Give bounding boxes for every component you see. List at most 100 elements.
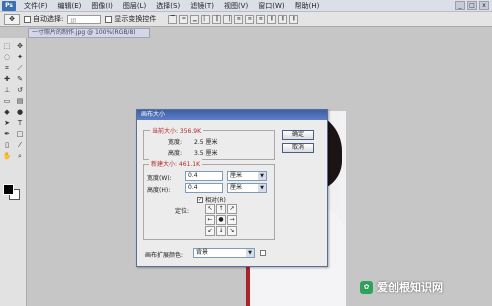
clone-stamp-tool-icon[interactable]: ⊥ xyxy=(1,85,13,95)
path-selection-tool-icon[interactable]: ➤ xyxy=(1,118,13,128)
menu-image[interactable]: 图像(I) xyxy=(86,1,118,11)
align-right-icon[interactable]: ▕ xyxy=(223,14,233,24)
marquee-tool-icon[interactable]: ⬚ xyxy=(1,41,13,51)
watermark-logo-icon: ✿ xyxy=(360,280,373,294)
menu-select[interactable]: 选择(S) xyxy=(151,1,185,11)
shape-tool-icon[interactable]: □ xyxy=(14,129,26,139)
healing-brush-tool-icon[interactable]: ✚ xyxy=(1,74,13,84)
close-button[interactable]: x xyxy=(479,1,489,10)
anchor-top-icon[interactable]: ↑ xyxy=(216,204,226,214)
menu-layer[interactable]: 图层(L) xyxy=(118,1,151,11)
menu-filter[interactable]: 滤镜(T) xyxy=(185,1,219,11)
menu-view[interactable]: 视图(V) xyxy=(219,1,253,11)
show-transform-checkbox[interactable] xyxy=(105,15,113,23)
type-tool-icon[interactable]: T xyxy=(14,118,26,128)
distribute-right-icon[interactable]: ⫼ xyxy=(289,14,299,24)
minimize-button[interactable]: _ xyxy=(455,1,465,10)
zoom-tool-icon[interactable]: ⌕ xyxy=(14,151,26,161)
brush-tool-icon[interactable]: ✎ xyxy=(14,74,26,84)
magic-wand-tool-icon[interactable]: ✦ xyxy=(14,52,26,62)
align-center-icon[interactable]: ║ xyxy=(212,14,222,24)
extension-color-value: 背景 xyxy=(196,249,209,256)
cancel-button[interactable]: 取消 xyxy=(282,143,314,153)
dialog-title: 画布大小 xyxy=(137,110,327,120)
extension-color-swatch[interactable] xyxy=(260,250,266,256)
move-tool-icon[interactable]: ✥ xyxy=(14,41,26,51)
notes-tool-icon[interactable]: ▯ xyxy=(1,140,13,150)
foreground-color-swatch[interactable] xyxy=(3,184,14,195)
anchor-top-right-icon[interactable]: ↗ xyxy=(227,204,237,214)
eyedropper-tool-icon[interactable]: ⁄ xyxy=(14,140,26,150)
distribute-left-icon[interactable]: ⫼ xyxy=(267,14,277,24)
current-height-value: 3.5 厘米 xyxy=(194,150,218,157)
relative-label: 相对(R) xyxy=(205,197,226,204)
new-height-input[interactable]: 0.4 xyxy=(185,183,223,193)
menu-help[interactable]: 帮助(H) xyxy=(290,1,325,11)
align-bottom-icon[interactable]: ▁ xyxy=(190,14,200,24)
distribute-top-icon[interactable]: ≡ xyxy=(234,14,244,24)
extension-color-select[interactable]: 背景 ▼ xyxy=(193,248,255,258)
new-height-label: 高度(H): xyxy=(147,187,171,194)
options-bar: ✥ 自动选择: 组 显示变换控件 ▔ ═ ▁ ▏ ║ ▕ ≡ ≡ ≡ ⫼ ⫼ ⫼ xyxy=(0,12,492,27)
blur-tool-icon[interactable]: ◆ xyxy=(1,107,13,117)
extension-color-label: 画布扩展颜色: xyxy=(145,252,184,259)
chevron-down-icon: ▼ xyxy=(258,172,266,180)
canvas-size-dialog: 画布大小 当前大小: 356.9K 宽度: 2.5 厘米 高度: 3.5 厘米 … xyxy=(136,109,328,267)
distribute-bottom-icon[interactable]: ≡ xyxy=(256,14,266,24)
distribute-middle-icon[interactable]: ≡ xyxy=(245,14,255,24)
anchor-grid: ↖ ↑ ↗ ← ● → ↙ ↓ ↘ xyxy=(205,204,237,236)
current-size-group: 当前大小: 356.9K 宽度: 2.5 厘米 高度: 3.5 厘米 xyxy=(143,126,275,160)
height-unit-value: 厘米 xyxy=(230,184,243,191)
move-tool-icon[interactable]: ✥ xyxy=(4,13,20,25)
align-middle-icon[interactable]: ═ xyxy=(179,14,189,24)
anchor-center-icon[interactable]: ● xyxy=(216,215,226,225)
align-left-icon[interactable]: ▏ xyxy=(201,14,211,24)
current-width-value: 2.5 厘米 xyxy=(194,139,218,146)
relative-option[interactable]: ✓ 相对(R) xyxy=(197,195,226,204)
anchor-right-icon[interactable]: → xyxy=(227,215,237,225)
relative-checkbox[interactable]: ✓ xyxy=(197,196,203,203)
show-transform-label: 显示变换控件 xyxy=(114,15,157,23)
distribute-center-icon[interactable]: ⫼ xyxy=(278,14,288,24)
anchor-label: 定位: xyxy=(175,208,190,215)
eraser-tool-icon[interactable]: ▭ xyxy=(1,96,13,106)
width-unit-select[interactable]: 厘米 ▼ xyxy=(227,171,267,181)
pen-tool-icon[interactable]: ✒ xyxy=(1,129,13,139)
anchor-top-left-icon[interactable]: ↖ xyxy=(205,204,215,214)
photoshop-logo: Ps xyxy=(2,0,16,11)
crop-tool-icon[interactable]: ⌗ xyxy=(1,63,13,73)
width-unit-value: 厘米 xyxy=(230,172,243,179)
auto-select-value: 组 xyxy=(70,17,77,25)
anchor-bottom-left-icon[interactable]: ↙ xyxy=(205,226,215,236)
anchor-bottom-right-icon[interactable]: ↘ xyxy=(227,226,237,236)
anchor-bottom-icon[interactable]: ↓ xyxy=(216,226,226,236)
anchor-left-icon[interactable]: ← xyxy=(205,215,215,225)
auto-select-option[interactable]: 自动选择: xyxy=(24,14,63,24)
chevron-down-icon: ▼ xyxy=(258,184,266,192)
dodge-tool-icon[interactable]: ● xyxy=(14,107,26,117)
align-icons-group: ▔ ═ ▁ ▏ ║ ▕ ≡ ≡ ≡ ⫼ ⫼ ⫼ xyxy=(168,14,299,24)
document-tab[interactable]: 一寸照片的制作.jpg @ 100%(RGB/8) xyxy=(28,28,150,38)
watermark-text: 爱创根知识网 xyxy=(377,281,443,294)
new-width-input[interactable]: 0.4 xyxy=(185,171,223,181)
slice-tool-icon[interactable]: ⟋ xyxy=(14,63,26,73)
hand-tool-icon[interactable]: ✋ xyxy=(1,151,13,161)
menu-window[interactable]: 窗口(W) xyxy=(253,1,289,11)
auto-select-label: 自动选择: xyxy=(33,15,64,23)
align-top-icon[interactable]: ▔ xyxy=(168,14,178,24)
chevron-down-icon: ▼ xyxy=(246,249,254,257)
auto-select-dropdown[interactable]: 组 xyxy=(67,14,102,25)
gradient-tool-icon[interactable]: ▤ xyxy=(14,96,26,106)
window-controls: _ □ x xyxy=(455,1,489,10)
auto-select-checkbox[interactable] xyxy=(24,15,31,23)
current-height-label: 高度: xyxy=(168,150,183,157)
maximize-button[interactable]: □ xyxy=(467,1,477,10)
show-transform-option[interactable]: 显示变换控件 xyxy=(105,14,156,24)
height-unit-select[interactable]: 厘米 ▼ xyxy=(227,183,267,193)
menu-edit[interactable]: 编辑(E) xyxy=(53,1,87,11)
menu-file[interactable]: 文件(F) xyxy=(19,1,53,11)
current-size-legend: 当前大小: 356.9K xyxy=(150,126,204,135)
ok-button[interactable]: 确定 xyxy=(282,130,314,140)
history-brush-tool-icon[interactable]: ↺ xyxy=(14,85,26,95)
lasso-tool-icon[interactable]: ◌ xyxy=(1,52,13,62)
